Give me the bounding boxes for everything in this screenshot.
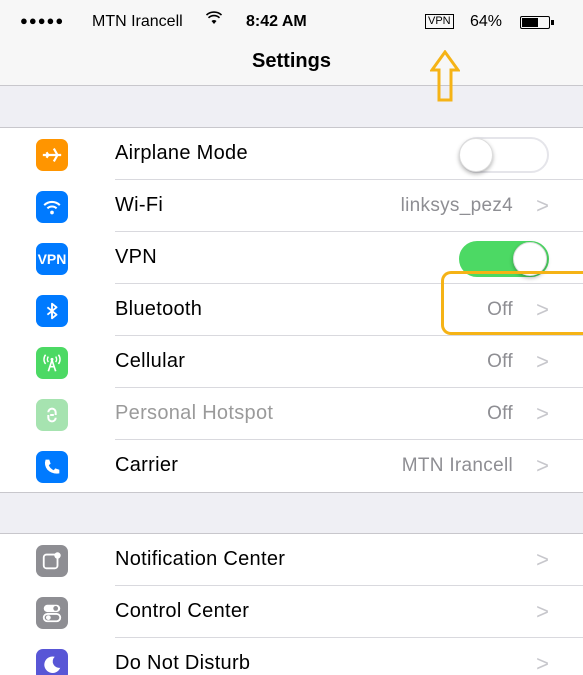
page-title: Settings bbox=[252, 50, 331, 72]
row-value: Off bbox=[487, 351, 513, 372]
row-value: MTN Irancell bbox=[401, 455, 513, 476]
cellular-icon bbox=[36, 347, 68, 379]
bluetooth-icon bbox=[36, 295, 68, 327]
chevron-right-icon: > bbox=[536, 651, 549, 675]
annotation-arrow bbox=[430, 50, 460, 102]
toggle-switch[interactable] bbox=[459, 137, 549, 173]
row-label: Wi-Fi bbox=[115, 194, 164, 216]
settings-row-control-center[interactable]: Control Center > bbox=[0, 586, 583, 638]
vpn-icon: VPN bbox=[36, 243, 68, 275]
chevron-right-icon: > bbox=[536, 401, 549, 426]
chevron-right-icon: > bbox=[536, 453, 549, 478]
airplane-icon bbox=[36, 139, 68, 171]
row-label: Do Not Disturb bbox=[115, 652, 251, 674]
settings-row-notification-center[interactable]: Notification Center > bbox=[0, 534, 583, 586]
chevron-right-icon: > bbox=[536, 193, 549, 218]
battery-tip bbox=[551, 20, 554, 25]
row-label: VPN bbox=[115, 246, 158, 268]
navigation-bar: Settings bbox=[0, 40, 583, 86]
status-bar: ●●●●● MTN Irancell 8:42 AM VPN 64% bbox=[0, 0, 583, 40]
clock: 8:42 AM bbox=[246, 13, 307, 30]
wifi-icon bbox=[205, 11, 223, 30]
moon-icon bbox=[36, 649, 68, 675]
settings-row-personal-hotspot[interactable]: Personal Hotspot Off > bbox=[0, 388, 583, 440]
chevron-right-icon: > bbox=[536, 599, 549, 624]
row-label: Bluetooth bbox=[115, 298, 203, 320]
row-label: Airplane Mode bbox=[115, 142, 248, 164]
carrier-name: MTN Irancell bbox=[92, 13, 183, 30]
settings-row-cellular[interactable]: Cellular Off > bbox=[0, 336, 583, 388]
toggles-icon bbox=[36, 597, 68, 629]
annotation-highlight bbox=[441, 271, 583, 335]
row-value: Off bbox=[487, 403, 513, 424]
row-label: Control Center bbox=[115, 600, 250, 622]
battery-icon bbox=[520, 16, 550, 29]
settings-row-airplane-mode[interactable]: Airplane Mode bbox=[0, 128, 583, 180]
chevron-right-icon: > bbox=[536, 547, 549, 572]
hotspot-icon bbox=[36, 399, 68, 431]
phone-icon bbox=[36, 451, 68, 483]
row-label: Carrier bbox=[115, 454, 179, 476]
row-label: Notification Center bbox=[115, 548, 286, 570]
vpn-indicator: VPN bbox=[425, 14, 454, 29]
row-label: Cellular bbox=[115, 350, 186, 372]
wifi-icon bbox=[36, 191, 68, 223]
settings-row-carrier[interactable]: Carrier MTN Irancell > bbox=[0, 440, 583, 492]
chevron-right-icon: > bbox=[536, 349, 549, 374]
row-label: Personal Hotspot bbox=[115, 402, 274, 424]
battery-percentage: 64% bbox=[470, 13, 503, 30]
settings-row-wi-fi[interactable]: Wi-Fi linksys_pez4 > bbox=[0, 180, 583, 232]
signal-strength: ●●●●● bbox=[20, 13, 65, 28]
notification-icon bbox=[36, 545, 68, 577]
settings-row-do-not-disturb[interactable]: Do Not Disturb > bbox=[0, 638, 583, 675]
settings-group-system: Notification Center > Control Center > Do No… bbox=[0, 533, 583, 675]
row-value: linksys_pez4 bbox=[400, 195, 513, 216]
